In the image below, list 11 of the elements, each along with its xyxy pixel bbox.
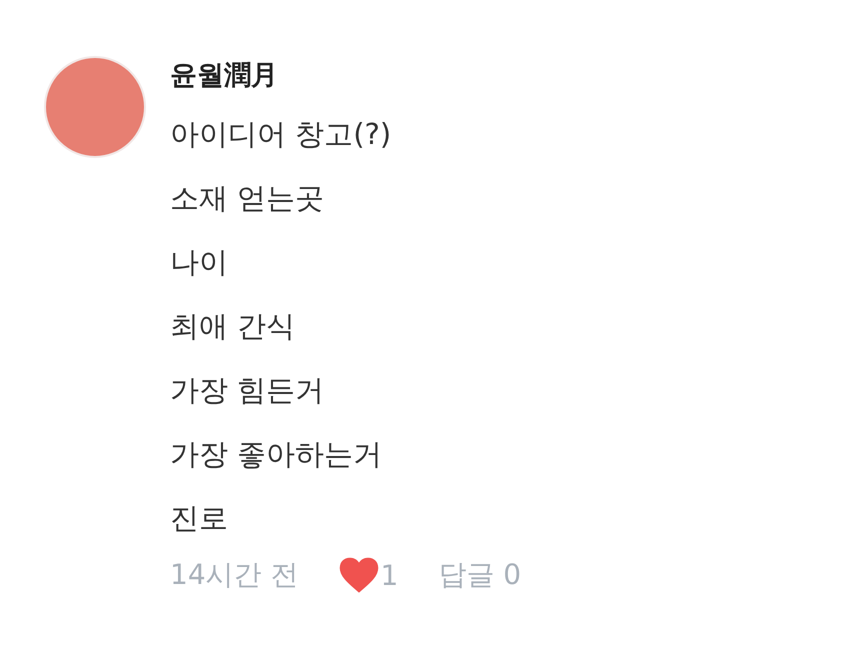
comment-line: 소재 얻는곳 [170, 180, 326, 217]
reply-button[interactable]: 답글 0 [438, 556, 522, 594]
comment-line: 최애 간식 [170, 308, 296, 345]
like-button[interactable]: 1 [338, 557, 398, 593]
comment-line: 가장 힘든거 [170, 372, 326, 409]
comment-line: 진로 [170, 500, 229, 537]
comment-line: 나이 [170, 244, 229, 281]
author-name: 윤월潤月 [170, 59, 279, 93]
comment-line: 아이디어 창고(?) [170, 116, 392, 153]
timestamp: 14시간 전 [170, 557, 299, 593]
comment-line: 가장 좋아하는거 [170, 436, 384, 473]
